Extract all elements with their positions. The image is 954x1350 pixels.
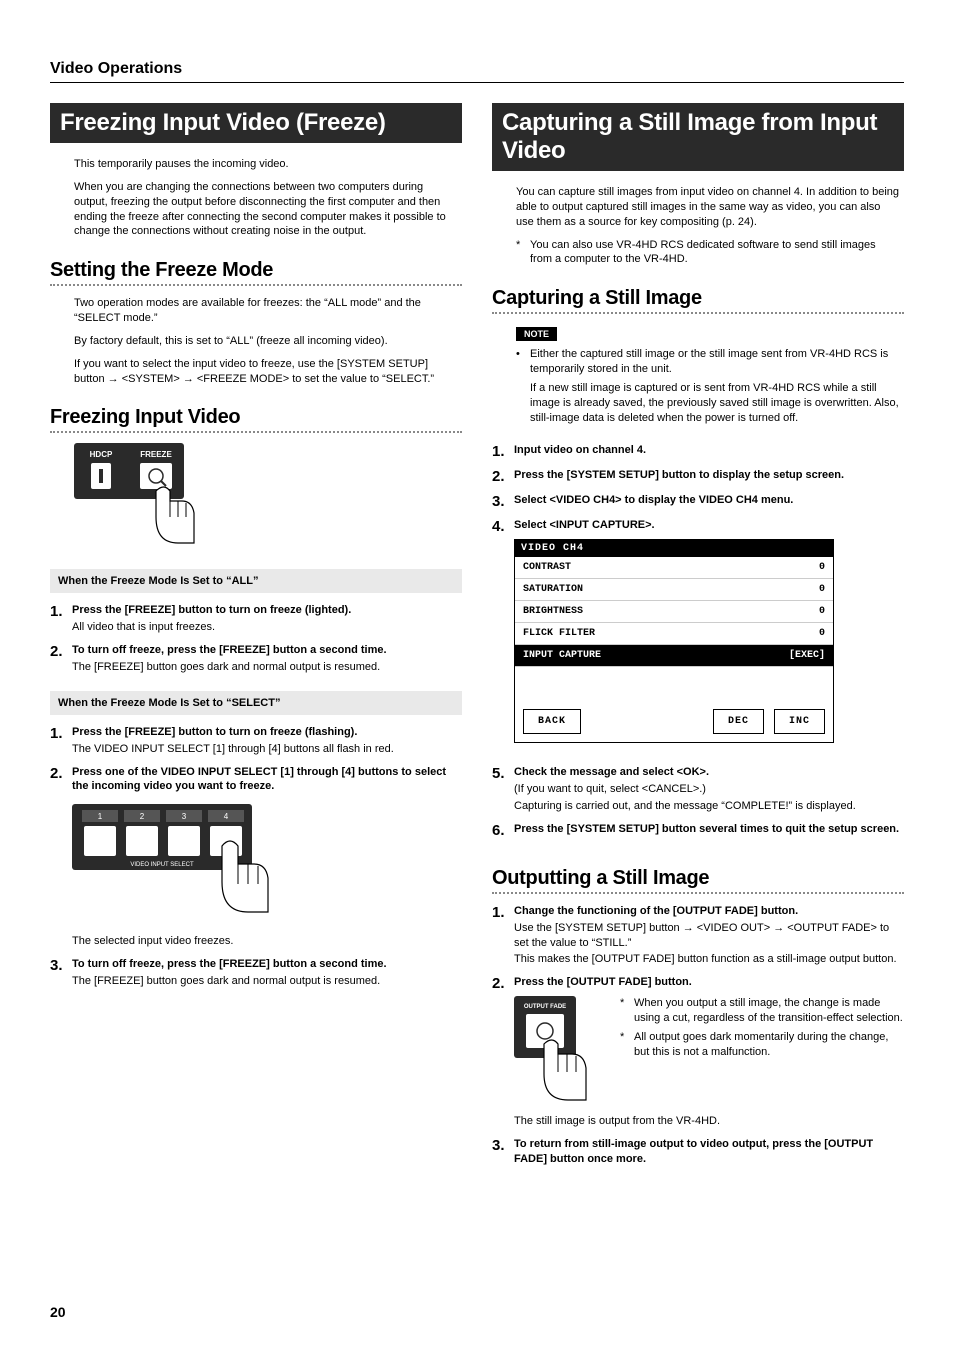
step-a2-title: To turn off freeze, press the [FREEZE] b… [72,643,462,658]
svg-text:3: 3 [182,812,187,821]
dotted-rule [50,431,462,433]
step-o2: 2. Press the [OUTPUT FADE] button. OUTPU… [492,975,904,1129]
right-title-bar: Capturing a Still Image from Input Video [492,103,904,171]
svg-text:1: 1 [98,812,103,821]
step-b2: 2. Press one of the VIDEO INPUT SELECT [… [50,765,462,950]
freeze-mode-p2: By factory default, this is set to “ALL”… [74,334,458,349]
step-r3: 3.Select <VIDEO CH4> to display the VIDE… [492,493,904,510]
svg-text:2: 2 [140,812,145,821]
step-o2-text: The still image is output from the VR-4H… [514,1114,904,1129]
figure-output-fade: OUTPUT FADE [514,996,604,1106]
step-b2-text: The selected input video freezes. [72,934,462,949]
menu-dec-button: DEC [713,709,764,734]
step-number: 2. [50,765,66,950]
section-header: Video Operations [50,60,904,83]
subheading-capturing: Capturing a Still Image [492,287,904,310]
step-b2-title: Press one of the VIDEO INPUT SELECT [1] … [72,765,462,795]
left-title-bar: Freezing Input Video (Freeze) [50,103,462,143]
left-intro-1: This temporarily pauses the incoming vid… [74,157,458,172]
menu-row: BRIGHTNESS0 [515,601,833,623]
step-r2: 2.Press the [SYSTEM SETUP] button to dis… [492,468,904,485]
step-o3: 3. To return from still-image output to … [492,1137,904,1167]
figure-freeze-button: HDCP FREEZE [50,443,462,553]
step-o1: 1. Change the functioning of the [OUTPUT… [492,904,904,967]
menu-row: SATURATION0 [515,579,833,601]
step-b1-text: The VIDEO INPUT SELECT [1] through [4] b… [72,742,462,757]
note-tag: NOTE [516,327,557,341]
step-r4: 4.Select <INPUT CAPTURE>. VIDEO CH4 CONT… [492,518,904,757]
subheading-freeze-mode: Setting the Freeze Mode [50,259,462,282]
step-number: 2. [50,643,66,675]
left-intro-2: When you are changing the connections be… [74,180,458,239]
step-b3-text: The [FREEZE] button goes dark and normal… [72,974,462,989]
step-number: 3. [50,957,66,989]
step-a1-title: Press the [FREEZE] button to turn on fre… [72,603,462,618]
dotted-rule [50,284,462,286]
strip-select-mode: When the Freeze Mode Is Set to “SELECT” [50,691,462,715]
right-intro-2: *You can also use VR-4HD RCS dedicated s… [516,238,900,268]
menu-inc-button: INC [774,709,825,734]
subheading-outputting: Outputting a Still Image [492,867,904,890]
step-b1: 1. Press the [FREEZE] button to turn on … [50,725,462,757]
step-r5: 5. Check the message and select <OK>. (I… [492,765,904,814]
menu-title: VIDEO CH4 [515,540,833,557]
dotted-rule [492,892,904,894]
step-r6: 6.Press the [SYSTEM SETUP] button severa… [492,822,904,839]
left-column: Freezing Input Video (Freeze) This tempo… [50,103,462,1175]
input-button-2: 2 [124,810,160,856]
page-number: 20 [50,1304,66,1320]
dotted-rule [492,312,904,314]
subheading-freezing-video: Freezing Input Video [50,406,462,429]
menu-back-button: BACK [523,709,581,734]
menu-row-highlighted: INPUT CAPTURE[EXEC] [515,645,833,667]
note-text: If a new still image is captured or is s… [516,381,900,426]
freeze-label: FREEZE [140,450,172,459]
video-input-select-label: VIDEO INPUT SELECT [130,862,194,868]
output-note-1: *When you output a still image, the chan… [620,996,904,1026]
step-number: 1. [50,603,66,635]
menu-screenshot: VIDEO CH4 CONTRAST0 SATURATION0 BRIGHTNE… [514,539,834,743]
step-a2: 2. To turn off freeze, press the [FREEZE… [50,643,462,675]
menu-row: CONTRAST0 [515,557,833,579]
freeze-mode-p1: Two operation modes are available for fr… [74,296,458,326]
step-a1: 1. Press the [FREEZE] button to turn on … [50,603,462,635]
svg-text:4: 4 [224,812,229,821]
step-b3-title: To turn off freeze, press the [FREEZE] b… [72,957,462,972]
menu-row: FLICK FILTER0 [515,623,833,645]
step-number: 1. [50,725,66,757]
right-intro-1: You can capture still images from input … [516,185,900,230]
step-a2-text: The [FREEZE] button goes dark and normal… [72,660,462,675]
input-button-3: 3 [166,810,202,856]
right-column: Capturing a Still Image from Input Video… [492,103,904,1175]
step-a1-text: All video that is input freezes. [72,620,462,635]
output-fade-label: OUTPUT FADE [524,1004,566,1010]
step-b3: 3. To turn off freeze, press the [FREEZE… [50,957,462,989]
strip-all-mode: When the Freeze Mode Is Set to “ALL” [50,569,462,593]
output-note-2: *All output goes dark momentarily during… [620,1030,904,1060]
step-b1-title: Press the [FREEZE] button to turn on fre… [72,725,462,740]
figure-input-select: 1 2 3 4 VIDEO INPUT SELECT [72,804,462,924]
freeze-mode-p3: If you want to select the input video to… [74,357,458,387]
input-button-1: 1 [82,810,118,856]
step-r1: 1.Input video on channel 4. [492,443,904,460]
note-bullet: •Either the captured still image or the … [516,347,900,377]
hdcp-label: HDCP [90,450,113,459]
